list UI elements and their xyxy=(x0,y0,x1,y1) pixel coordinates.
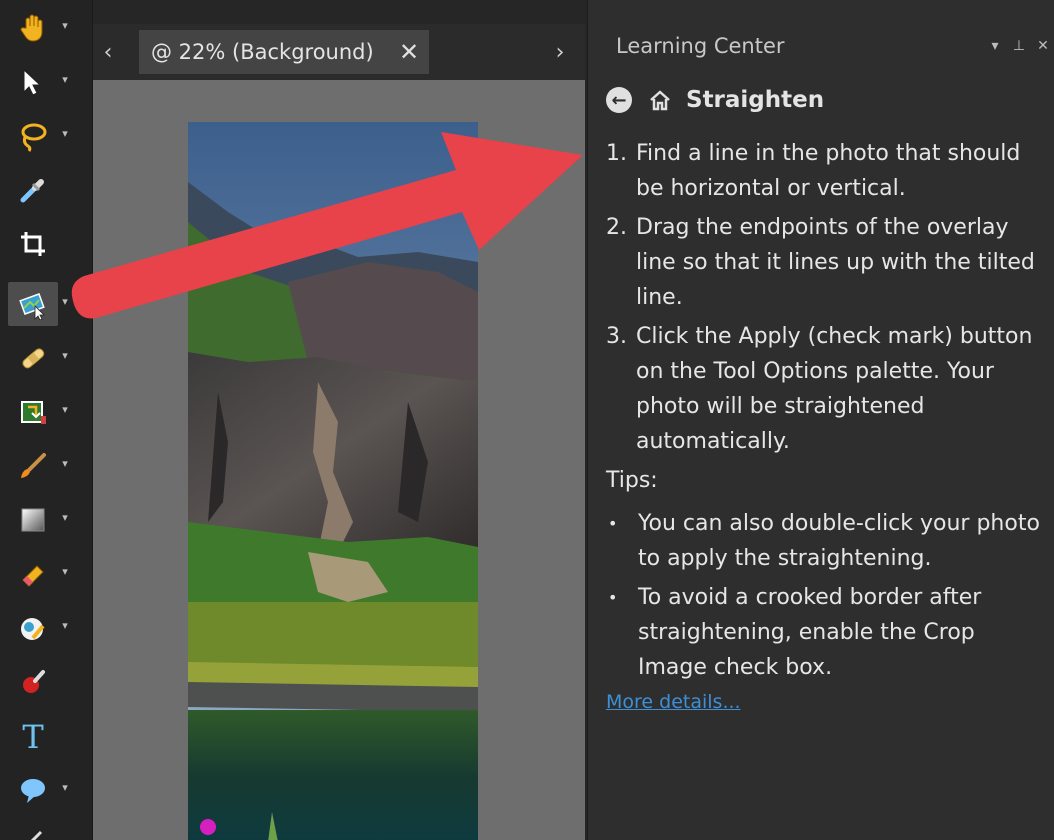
straighten-icon xyxy=(19,293,45,320)
document-area: ‹ @ 22% (Background) ✕ › xyxy=(93,0,585,840)
pin-panel-icon[interactable]: ⊥ xyxy=(1007,38,1031,54)
flyout-arrow-icon[interactable]: ▾ xyxy=(58,511,72,524)
landscape-photo[interactable] xyxy=(188,122,478,840)
flyout-arrow-icon[interactable]: ▾ xyxy=(58,127,72,140)
panel-menu-icon[interactable]: ▾ xyxy=(983,38,1007,54)
step-number: 2. xyxy=(606,215,627,240)
bandage-icon xyxy=(22,348,45,369)
tips-heading: Tips: xyxy=(606,468,658,493)
flyout-arrow-icon[interactable]: ▾ xyxy=(58,295,72,308)
close-icon[interactable]: ✕ xyxy=(389,38,429,66)
tab-scroll-left-button[interactable]: ‹ xyxy=(93,24,123,80)
panel-header: Learning Center ▾ ⊥ ✕ xyxy=(588,24,1054,68)
close-panel-icon[interactable]: ✕ xyxy=(1031,38,1054,54)
gradient-tool[interactable]: ▾ xyxy=(8,498,84,542)
document-tab-label: @ 22% (Background) xyxy=(151,40,374,64)
tip-item: • You can also double-click your photo t… xyxy=(606,506,1046,576)
hand-icon xyxy=(20,14,43,42)
eraser-icon xyxy=(22,565,44,587)
text-tool[interactable]: T xyxy=(8,714,84,758)
makeover-tool[interactable]: ▾ xyxy=(8,390,84,434)
flyout-arrow-icon[interactable]: ▾ xyxy=(58,457,72,470)
straighten-tool[interactable]: ▾ xyxy=(8,282,84,326)
flyout-arrow-icon[interactable]: ▾ xyxy=(58,73,72,86)
flyout-arrow-icon[interactable]: ▾ xyxy=(58,619,72,632)
bullet: • xyxy=(608,514,618,533)
step-item: 2. Drag the endpoints of the overlay lin… xyxy=(606,210,1046,315)
dropper-tool[interactable] xyxy=(8,168,84,212)
gradient-icon xyxy=(21,508,45,532)
pick-tool[interactable]: ▾ xyxy=(8,60,84,104)
photo-image xyxy=(188,122,478,840)
document-tab[interactable]: @ 22% (Background) ✕ xyxy=(139,30,429,74)
tools-toolbar: ▾ ▾ ▾ ▾ ▾ ▾ ▾ ▾ ▾ ▾ T ▾ xyxy=(0,0,93,840)
fill-icon xyxy=(21,401,46,424)
flyout-arrow-icon[interactable]: ▾ xyxy=(58,403,72,416)
svg-text:T: T xyxy=(22,720,44,752)
pin-tool[interactable] xyxy=(8,660,84,704)
color-replacer-icon xyxy=(21,618,45,640)
learning-center-panel: Learning Center ▾ ⊥ ✕ ← Straighten 1. Fi… xyxy=(587,0,1054,840)
tip-text: You can also double-click your photo to … xyxy=(638,511,1040,571)
panel-title: Learning Center xyxy=(616,34,785,58)
pan-tool[interactable]: ▾ xyxy=(8,6,84,50)
flyout-arrow-icon[interactable]: ▾ xyxy=(58,565,72,578)
tip-text: To avoid a crooked border after straight… xyxy=(638,585,982,680)
step-item: 3. Click the Apply (check mark) button o… xyxy=(606,319,1046,459)
app-window: ▾ ▾ ▾ ▾ ▾ ▾ ▾ ▾ ▾ ▾ T ▾ ‹ @ 22% (Backgro… xyxy=(0,0,1054,840)
selection-tool[interactable]: ▾ xyxy=(8,114,84,158)
color-replacer-tool[interactable]: ▾ xyxy=(8,606,84,650)
learning-center-content: 1. Find a line in the photo that should … xyxy=(606,136,1046,713)
more-details-link[interactable]: More details... xyxy=(606,691,741,713)
home-icon[interactable] xyxy=(646,86,674,114)
step-number: 3. xyxy=(606,324,627,349)
step-text: Find a line in the photo that should be … xyxy=(636,141,1021,201)
speech-bubble-icon xyxy=(21,779,45,803)
flyout-arrow-icon[interactable]: ▾ xyxy=(58,781,72,794)
pin-icon xyxy=(23,670,45,693)
topic-title: Straighten xyxy=(686,87,825,113)
crop-icon xyxy=(21,232,45,256)
flyout-arrow-icon[interactable]: ▾ xyxy=(58,19,72,32)
back-icon[interactable]: ← xyxy=(606,87,632,113)
red-eye-tool[interactable]: ▾ xyxy=(8,336,84,380)
crop-tool[interactable] xyxy=(8,222,84,266)
text-icon: T xyxy=(22,720,44,752)
step-text: Click the Apply (check mark) button on t… xyxy=(636,324,1033,454)
learning-center-nav: ← Straighten xyxy=(606,80,824,120)
paint-brush-tool[interactable]: ▾ xyxy=(8,444,84,488)
bullet: • xyxy=(608,588,618,607)
shape-tool[interactable]: ▾ xyxy=(8,768,84,812)
eyedropper-icon xyxy=(20,179,44,203)
step-item: 1. Find a line in the photo that should … xyxy=(606,136,1046,206)
pen-icon xyxy=(30,830,43,840)
paint-brush-icon xyxy=(21,453,46,478)
eraser-tool[interactable]: ▾ xyxy=(8,552,84,596)
step-text: Drag the endpoints of the overlay line s… xyxy=(636,215,1035,310)
image-canvas[interactable] xyxy=(93,80,585,840)
tab-scroll-right-button[interactable]: › xyxy=(545,24,575,80)
lasso-icon xyxy=(21,123,47,152)
step-number: 1. xyxy=(606,141,627,166)
flyout-arrow-icon[interactable]: ▾ xyxy=(58,349,72,362)
tip-item: • To avoid a crooked border after straig… xyxy=(606,580,1046,685)
more-tool[interactable] xyxy=(8,820,84,840)
arrow-pointer-icon xyxy=(23,68,42,96)
document-tab-bar: ‹ @ 22% (Background) ✕ › xyxy=(93,24,585,80)
